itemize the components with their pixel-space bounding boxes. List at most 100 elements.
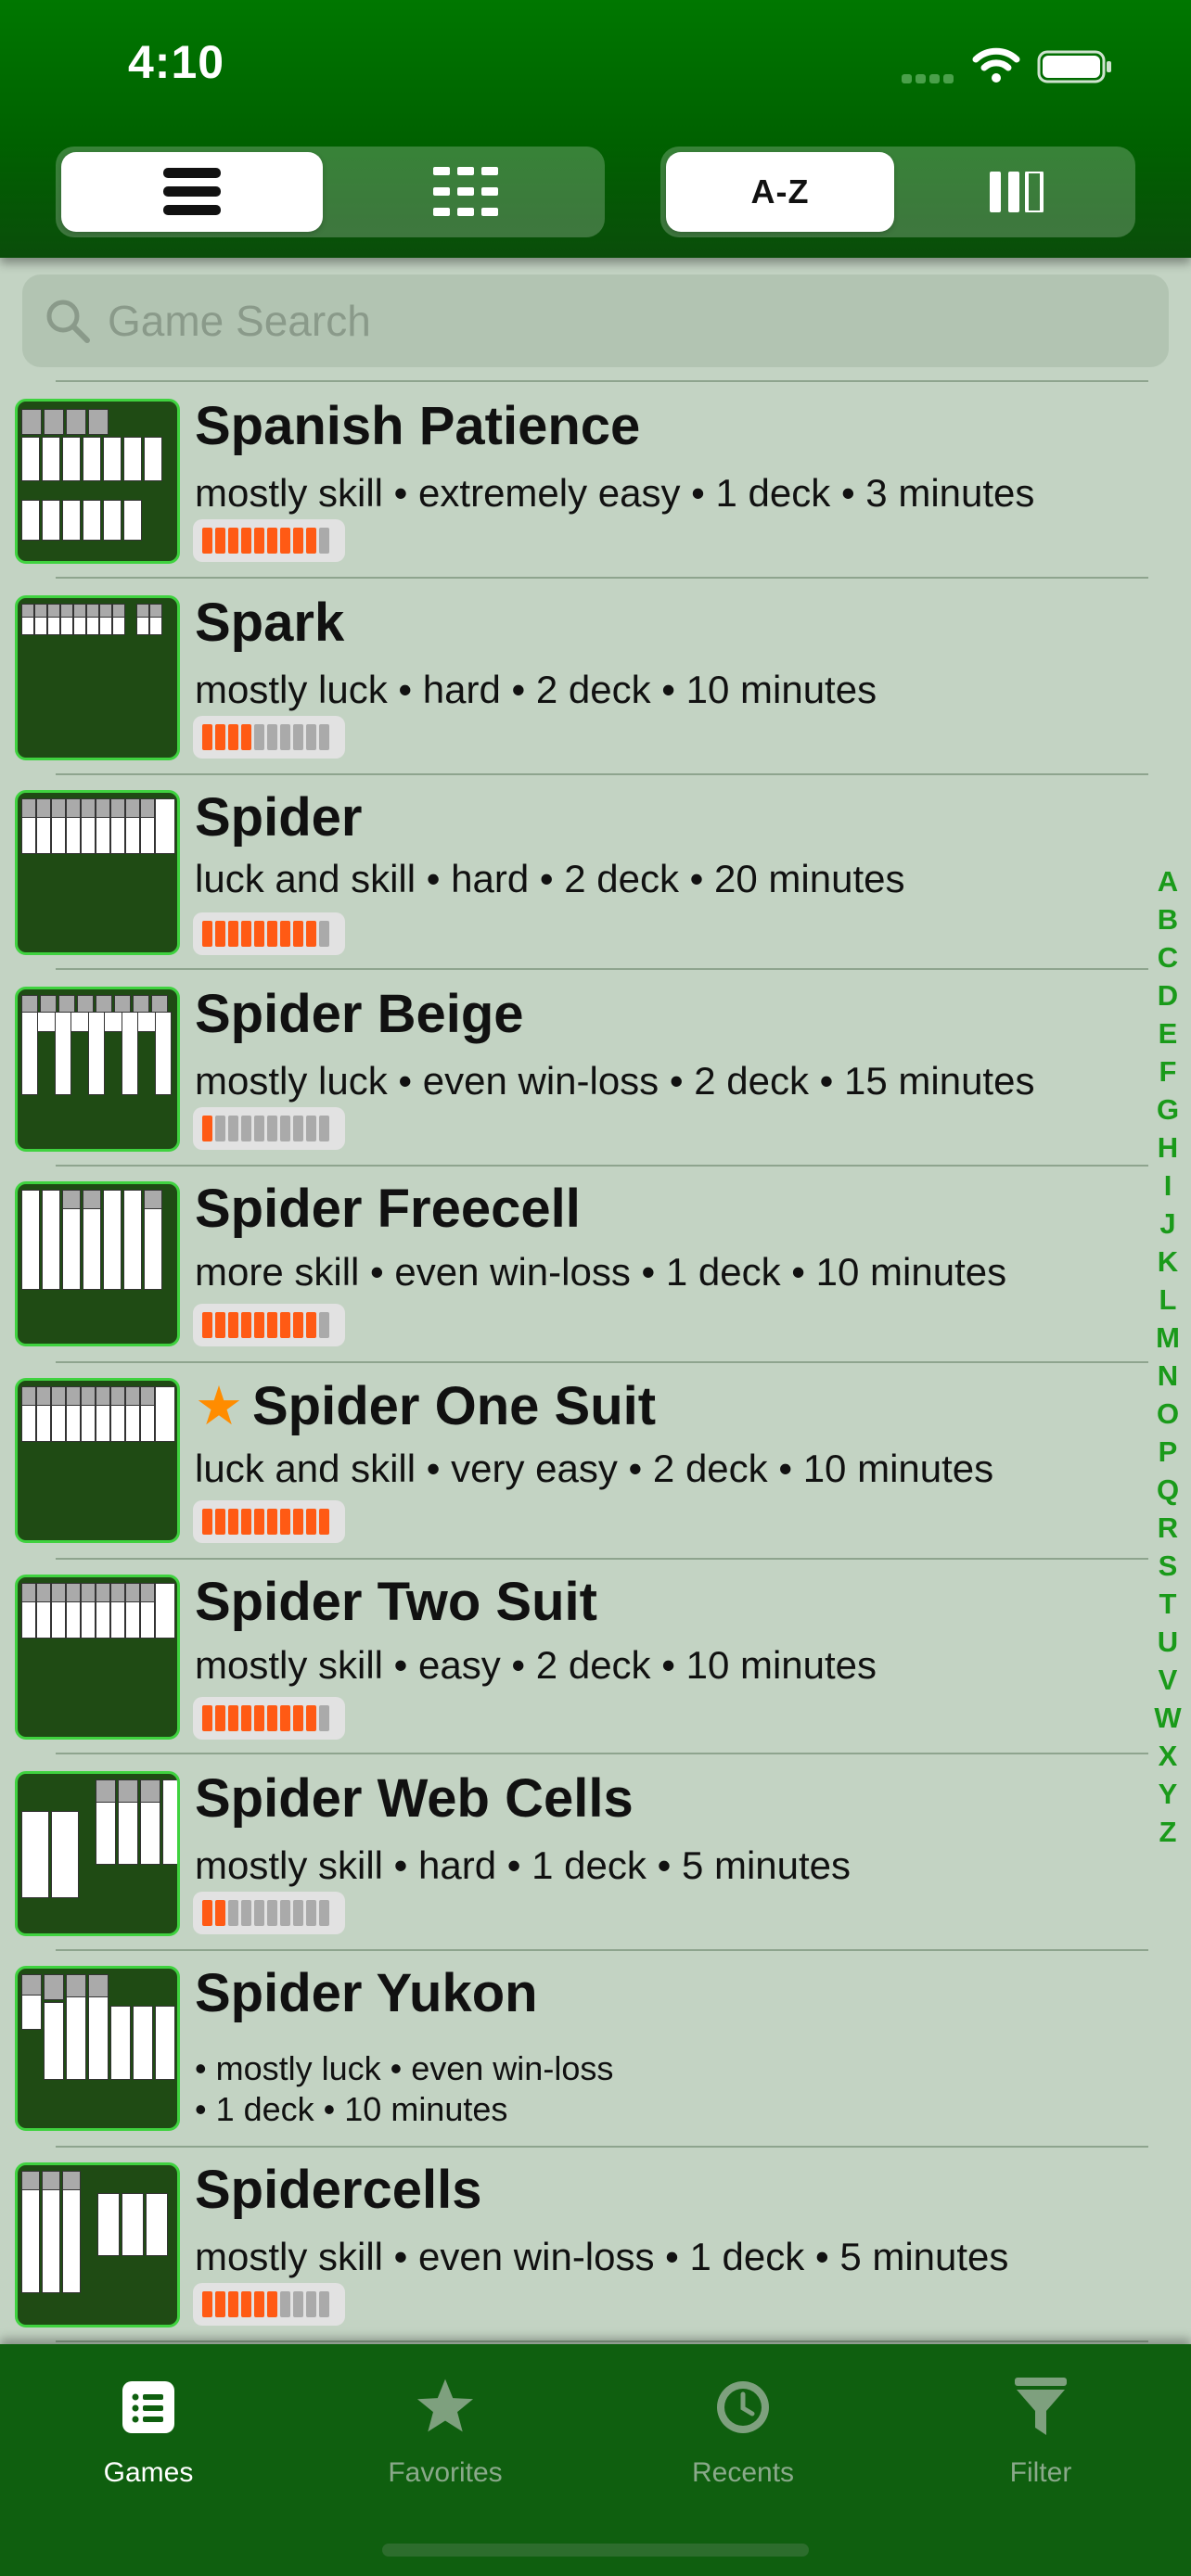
sort-mode-segmented-control: A-Z <box>660 147 1135 237</box>
alphabet-index-letter[interactable]: D <box>1158 976 1178 1014</box>
rating-segment <box>267 2291 277 2317</box>
rating-segment <box>280 1705 290 1731</box>
alphabet-index-letter[interactable]: F <box>1159 1052 1177 1090</box>
rating-segment <box>319 1705 329 1731</box>
rating-segment <box>293 1705 303 1731</box>
rating-segment <box>280 724 290 750</box>
alphabet-index-letter[interactable]: N <box>1158 1357 1178 1395</box>
cellular-signal-icon <box>902 74 954 83</box>
game-title: Spider Web Cells <box>195 1768 634 1829</box>
rating-segment <box>202 921 212 947</box>
alphabet-index-letter[interactable]: M <box>1156 1319 1180 1357</box>
alphabet-index-letter[interactable]: O <box>1157 1395 1179 1433</box>
column-sort-button[interactable] <box>903 152 1130 232</box>
grid-view-button[interactable] <box>332 152 599 232</box>
alphabet-index-letter[interactable]: Z <box>1159 1813 1177 1851</box>
rating-segment <box>280 2291 290 2317</box>
rating-segment <box>254 2291 264 2317</box>
alphabet-index-letter[interactable]: T <box>1159 1585 1177 1623</box>
alphabet-index-letter[interactable]: A <box>1158 862 1178 900</box>
list-view-button[interactable] <box>61 152 323 232</box>
rating-segment <box>306 1312 316 1338</box>
game-meta: luck and skill • very easy • 2 deck • 10… <box>195 1447 994 1490</box>
tab-games[interactable]: Games <box>37 2363 260 2511</box>
rating-segment <box>280 921 290 947</box>
list-icon <box>122 2381 174 2433</box>
rating-segment <box>228 1116 238 1141</box>
rating-segment <box>319 1116 329 1141</box>
alphabet-index-letter[interactable]: C <box>1158 938 1178 976</box>
rating-segment <box>306 1705 316 1731</box>
rating-segment <box>280 1116 290 1141</box>
game-row-spider-beige[interactable]: Spider Beige mostly luck • even win-loss… <box>0 970 1191 1167</box>
rating-segment <box>215 1900 225 1926</box>
tab-label: Favorites <box>388 2457 503 2488</box>
alphabet-index-letter[interactable]: V <box>1159 1661 1178 1699</box>
alphabet-index[interactable]: ABCDEFGHIJKLMNOPQRSTUVWXYZ <box>1154 862 1182 1851</box>
rating-segment <box>228 1312 238 1338</box>
rating-segment <box>215 921 225 947</box>
search-input[interactable] <box>108 296 1128 346</box>
rating-meter <box>193 1500 345 1543</box>
alphabet-index-letter[interactable]: Q <box>1157 1471 1179 1509</box>
rating-segment <box>267 921 277 947</box>
alphabet-index-letter[interactable]: K <box>1158 1243 1178 1281</box>
tab-label: Recents <box>691 2457 795 2488</box>
rating-segment <box>215 1705 225 1731</box>
rating-segment <box>293 528 303 554</box>
game-meta: mostly luck • even win-loss • 2 deck • 1… <box>195 1059 1035 1103</box>
alphabet-index-letter[interactable]: L <box>1159 1281 1177 1319</box>
tab-filter[interactable]: Filter <box>929 2363 1152 2511</box>
game-list: Spanish Patience mostly skill • extremel… <box>0 380 1191 2344</box>
game-title: ★ Spider One Suit <box>195 1376 657 1436</box>
clock-icon <box>717 2381 769 2433</box>
game-row-spider-web-cells[interactable]: Spider Web Cells mostly skill • hard • 1… <box>0 1754 1191 1951</box>
alphabet-index-letter[interactable]: B <box>1158 900 1178 938</box>
game-row-spider[interactable]: Spider luck and skill • hard • 2 deck • … <box>0 773 1191 970</box>
rating-segment <box>306 921 316 947</box>
alphabet-index-letter[interactable]: R <box>1158 1509 1178 1547</box>
columns-icon <box>990 172 1044 212</box>
alphabet-index-letter[interactable]: P <box>1159 1433 1178 1471</box>
rating-segment <box>215 1509 225 1535</box>
game-meta: mostly skill • hard • 1 deck • 5 minutes <box>195 1843 852 1887</box>
alphabet-index-letter[interactable]: U <box>1158 1623 1178 1661</box>
rating-meter <box>193 912 345 955</box>
game-row-spider-freecell[interactable]: Spider Freecell more skill • even win-lo… <box>0 1165 1191 1361</box>
game-title: Spider Freecell <box>195 1179 581 1239</box>
game-row-spanish-patience[interactable]: Spanish Patience mostly skill • extremel… <box>0 382 1191 579</box>
alphabet-index-letter[interactable]: X <box>1159 1737 1178 1775</box>
rating-segment <box>215 724 225 750</box>
alphabet-index-letter[interactable]: I <box>1164 1167 1172 1205</box>
alphabet-index-letter[interactable]: G <box>1157 1090 1179 1129</box>
alphabet-index-letter[interactable]: H <box>1158 1129 1178 1167</box>
alphabet-index-letter[interactable]: W <box>1154 1699 1181 1737</box>
game-meta: mostly luck • hard • 2 deck • 10 minutes <box>195 668 877 711</box>
rating-segment <box>293 1312 303 1338</box>
game-row-spidercells[interactable]: Spidercells mostly skill • even win-loss… <box>0 2146 1191 2342</box>
game-row-spider-yukon[interactable]: Spider Yukon • mostly luck • even win-lo… <box>0 1949 1191 2146</box>
rating-segment <box>293 1900 303 1926</box>
game-meta: luck and skill • hard • 2 deck • 20 minu… <box>195 857 905 900</box>
rating-segment <box>202 1705 212 1731</box>
game-row-spark[interactable]: Spark mostly luck • hard • 2 deck • 10 m… <box>0 579 1191 775</box>
alphabet-index-letter[interactable]: E <box>1159 1014 1178 1052</box>
game-row-spider-one-suit[interactable]: ★ Spider One Suit luck and skill • very e… <box>0 1361 1191 1558</box>
az-sort-button[interactable]: A-Z <box>666 152 894 232</box>
tab-recents[interactable]: Recents <box>632 2363 854 2511</box>
rating-segment <box>254 1900 264 1926</box>
alphabet-index-letter[interactable]: S <box>1159 1547 1178 1585</box>
rating-meter <box>193 1892 345 1934</box>
rating-segment <box>228 724 238 750</box>
rating-segment <box>319 921 329 947</box>
game-row-spider-two-suit[interactable]: Spider Two Suit mostly skill • easy • 2 … <box>0 1558 1191 1754</box>
tab-favorites[interactable]: Favorites <box>334 2363 557 2511</box>
alphabet-index-letter[interactable]: Y <box>1159 1775 1178 1813</box>
rating-segment <box>202 1509 212 1535</box>
rating-segment <box>254 1509 264 1535</box>
game-thumbnail <box>15 399 180 564</box>
rating-segment <box>306 2291 316 2317</box>
game-title: Spider <box>195 787 363 848</box>
alphabet-index-letter[interactable]: J <box>1159 1205 1175 1243</box>
rating-segment <box>319 1509 329 1535</box>
